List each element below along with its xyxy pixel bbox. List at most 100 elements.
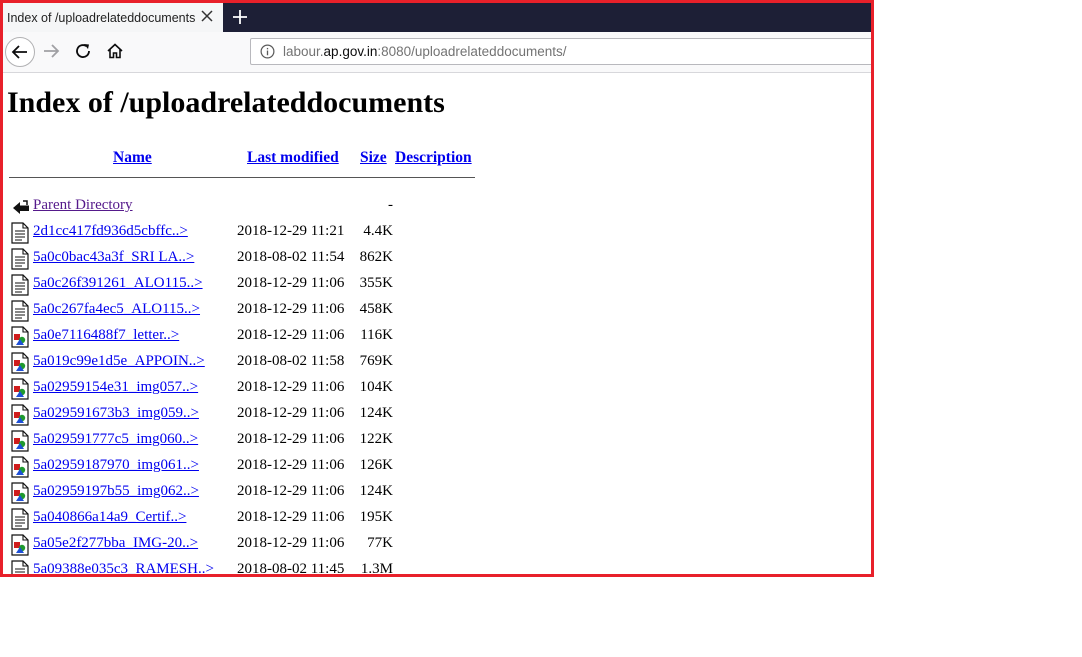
file-link[interactable]: 5a02959197b55_img062..>: [33, 483, 199, 500]
image-file-icon: [10, 430, 30, 452]
file-row: 2d1cc417fd936d5cbffc..> 2018-12-29 11:21…: [3, 222, 483, 249]
file-size: 104K: [359, 379, 393, 395]
header-divider: [9, 177, 475, 178]
image-file-icon: [10, 404, 30, 426]
tab-strip: Index of /uploadrelateddocuments: [3, 3, 871, 32]
file-size: 862K: [359, 249, 393, 265]
page-title: Index of /uploadrelateddocuments: [7, 86, 445, 119]
page-content: Index of /uploadrelateddocuments Name La…: [3, 73, 871, 577]
url-path: :8080/uploadrelateddocuments/: [377, 44, 567, 59]
file-link[interactable]: 5a029591777c5_img060..>: [33, 431, 198, 448]
url-host: ap.gov.in: [323, 44, 378, 59]
file-link[interactable]: 5a02959154e31_img057..>: [33, 379, 198, 396]
file-size: 124K: [359, 483, 393, 499]
file-size: 4.4K: [363, 223, 393, 239]
sort-by-modified-link[interactable]: Last modified: [247, 149, 339, 167]
file-link[interactable]: 5a0c267fa4ec5_ALO115..>: [33, 301, 200, 318]
image-file-icon: [10, 456, 30, 478]
file-size: 124K: [359, 405, 393, 421]
file-modified: 2018-12-29 11:06: [237, 275, 345, 291]
file-modified: 2018-12-29 11:06: [237, 535, 345, 551]
file-row: 5a02959197b55_img062..> 2018-12-29 11:06…: [3, 482, 483, 509]
file-modified: 2018-12-29 11:06: [237, 509, 345, 525]
file-link[interactable]: 5a02959187970_img061..>: [33, 457, 199, 474]
file-row: 5a019c99e1d5e_APPOIN..> 2018-08-02 11:58…: [3, 352, 483, 379]
file-size: 116K: [360, 327, 393, 343]
tab-active[interactable]: Index of /uploadrelateddocuments: [3, 3, 223, 32]
file-link[interactable]: 2d1cc417fd936d5cbffc..>: [33, 223, 188, 240]
file-link[interactable]: 5a0e7116488f7_letter..>: [33, 327, 179, 344]
reload-button[interactable]: [69, 37, 97, 65]
file-row: 5a09388e035c3_RAMESH..> 2018-08-02 11:45…: [3, 560, 483, 577]
file-size: 126K: [359, 457, 393, 473]
back-arrow-icon: [11, 45, 27, 59]
nav-toolbar: labour.ap.gov.in:8080/uploadrelateddocum…: [3, 32, 871, 73]
home-button[interactable]: [101, 37, 129, 65]
tab-title: Index of /uploadrelateddocuments: [7, 10, 196, 25]
parent-size: -: [388, 197, 393, 213]
image-file-icon: [10, 482, 30, 504]
text-file-icon: [10, 300, 30, 322]
file-row: 5a040866a14a9_Certif..> 2018-12-29 11:06…: [3, 508, 483, 535]
file-modified: 2018-12-29 11:06: [237, 379, 345, 395]
file-modified: 2018-08-02 11:54: [237, 249, 345, 265]
home-icon: [107, 43, 123, 59]
url-host-prefix: labour.: [283, 44, 324, 59]
file-size: 122K: [359, 431, 393, 447]
file-modified: 2018-12-29 11:06: [237, 301, 345, 317]
info-icon[interactable]: [259, 44, 275, 60]
back-folder-icon: [10, 196, 30, 218]
text-file-icon: [10, 222, 30, 244]
parent-directory-link[interactable]: Parent Directory: [33, 197, 133, 214]
file-modified: 2018-08-02 11:58: [237, 353, 345, 369]
close-icon[interactable]: [199, 8, 215, 24]
file-link[interactable]: 5a09388e035c3_RAMESH..>: [33, 561, 214, 574]
reload-icon: [76, 44, 90, 58]
file-link[interactable]: 5a05e2f277bba_IMG-20..>: [33, 535, 198, 552]
file-row: 5a02959154e31_img057..> 2018-12-29 11:06…: [3, 378, 483, 405]
new-tab-button[interactable]: [229, 6, 251, 28]
image-file-icon: [10, 326, 30, 348]
file-modified: 2018-12-29 11:06: [237, 483, 345, 499]
plus-icon: [233, 10, 247, 24]
file-link[interactable]: 5a019c99e1d5e_APPOIN..>: [33, 353, 205, 370]
file-modified: 2018-12-29 11:06: [237, 431, 345, 447]
file-size: 195K: [359, 509, 393, 525]
back-button[interactable]: [5, 37, 35, 67]
parent-directory-row: Parent Directory -: [3, 197, 483, 223]
url-text: labour.ap.gov.in:8080/uploadrelateddocum…: [283, 44, 566, 59]
file-link[interactable]: 5a0c26f391261_ALO115..>: [33, 275, 203, 292]
forward-button[interactable]: [37, 37, 65, 65]
image-file-icon: [10, 534, 30, 556]
image-file-icon: [10, 378, 30, 400]
text-file-icon: [10, 274, 30, 296]
file-size: 355K: [359, 275, 393, 291]
file-size: 77K: [367, 535, 393, 551]
file-modified: 2018-12-29 11:06: [237, 405, 345, 421]
address-bar[interactable]: labour.ap.gov.in:8080/uploadrelateddocum…: [250, 38, 871, 65]
file-modified: 2018-08-02 11:45: [237, 561, 345, 577]
file-modified: 2018-12-29 11:06: [237, 327, 345, 343]
sort-by-size-link[interactable]: Size: [360, 149, 387, 167]
file-row: 5a02959187970_img061..> 2018-12-29 11:06…: [3, 456, 483, 483]
text-file-icon: [10, 508, 30, 530]
file-modified: 2018-12-29 11:21: [237, 223, 345, 239]
file-size: 458K: [359, 301, 393, 317]
sort-by-description-link[interactable]: Description: [395, 149, 472, 167]
file-row: 5a0c267fa4ec5_ALO115..> 2018-12-29 11:06…: [3, 300, 483, 327]
file-link[interactable]: 5a029591673b3_img059..>: [33, 405, 199, 422]
file-modified: 2018-12-29 11:06: [237, 457, 345, 473]
file-link[interactable]: 5a040866a14a9_Certif..>: [33, 509, 186, 526]
browser-window: Index of /uploadrelateddocuments labour.…: [0, 0, 874, 577]
file-size: 769K: [359, 353, 393, 369]
forward-arrow-icon: [44, 44, 60, 58]
file-row: 5a029591777c5_img060..> 2018-12-29 11:06…: [3, 430, 483, 457]
text-file-icon: [10, 560, 30, 574]
image-file-icon: [10, 352, 30, 374]
file-size: 1.3M: [360, 561, 393, 577]
file-row: 5a0c26f391261_ALO115..> 2018-12-29 11:06…: [3, 274, 483, 301]
file-link[interactable]: 5a0c0bac43a3f_SRI LA..>: [33, 249, 194, 266]
sort-by-name-link[interactable]: Name: [113, 149, 152, 167]
file-row: 5a029591673b3_img059..> 2018-12-29 11:06…: [3, 404, 483, 431]
file-row: 5a0c0bac43a3f_SRI LA..> 2018-08-02 11:54…: [3, 248, 483, 275]
